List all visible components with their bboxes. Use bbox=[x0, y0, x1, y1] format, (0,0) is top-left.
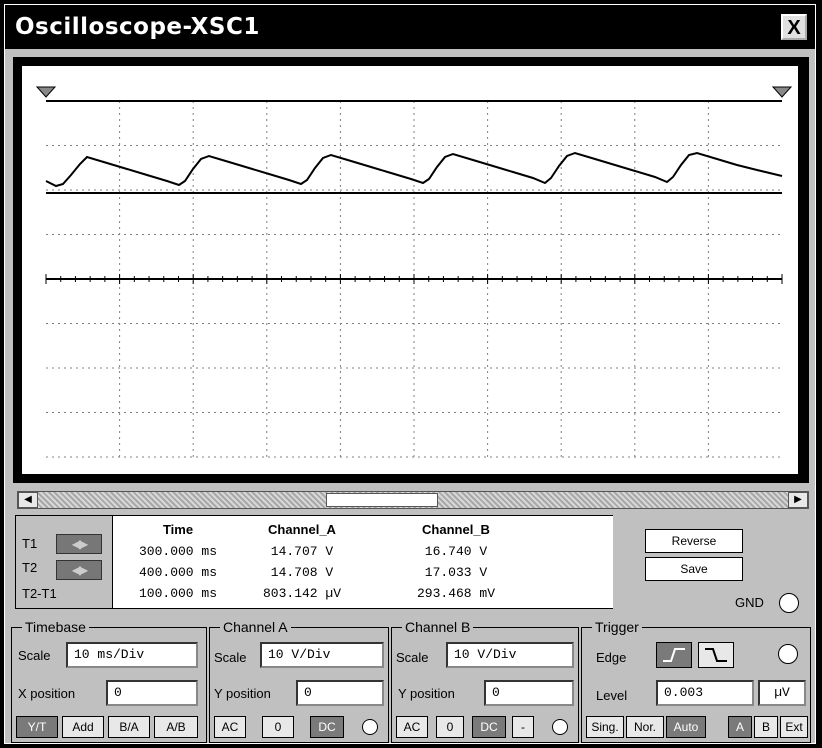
scroll-thumb[interactable] bbox=[326, 493, 438, 507]
edge-rising-button[interactable] bbox=[656, 642, 692, 668]
timebase-group: Timebase Scale 10 ms/Div X position 0 Y/… bbox=[11, 619, 207, 743]
header-channel-a: Channel_A bbox=[268, 522, 336, 537]
channel-a-ac-button[interactable]: AC bbox=[214, 716, 246, 738]
channel-a-zero-button[interactable]: 0 bbox=[262, 716, 294, 738]
scroll-left-icon[interactable]: ◀ bbox=[18, 492, 38, 508]
delta-time: 100.000 ms bbox=[138, 586, 217, 601]
channel-b-ypos-label: Y position bbox=[398, 686, 455, 701]
edge-label: Edge bbox=[596, 650, 627, 665]
waveform-display bbox=[20, 64, 800, 476]
trigger-title: Trigger bbox=[592, 619, 642, 635]
edge-falling-button[interactable] bbox=[698, 642, 734, 668]
channel-b-dc-button[interactable]: DC bbox=[472, 716, 506, 738]
t2-arrows-button[interactable]: ◀▶ bbox=[56, 560, 102, 580]
readout-table: Time Channel_A Channel_B 300.000 ms 14.7… bbox=[112, 516, 613, 608]
oscilloscope-screen bbox=[13, 57, 809, 483]
close-button[interactable]: X bbox=[781, 14, 807, 40]
level-label: Level bbox=[596, 688, 628, 703]
channel-b-zero-button[interactable]: 0 bbox=[436, 716, 464, 738]
level-unit-field[interactable]: µV bbox=[758, 680, 806, 706]
trigger-source-ext-button[interactable]: Ext bbox=[780, 716, 808, 738]
channel-b-title: Channel B bbox=[402, 619, 474, 635]
screen-face bbox=[20, 64, 800, 476]
trigger-group: Trigger Edge Level 0.003 µV Sing. Nor. A… bbox=[581, 619, 811, 743]
channel-b-scale-label: Scale bbox=[396, 650, 429, 665]
t2-t1-label: T2-T1 bbox=[22, 586, 57, 601]
channel-b-group: Channel B Scale 10 V/Div Y position 0 AC… bbox=[391, 619, 579, 743]
mode-yt-button[interactable]: Y/T bbox=[16, 716, 58, 738]
t2-time: 400.000 ms bbox=[138, 565, 217, 580]
t1-arrows-button[interactable]: ◀▶ bbox=[56, 534, 102, 554]
x-position-label: X position bbox=[18, 686, 76, 701]
channel-b-terminal[interactable] bbox=[552, 719, 568, 735]
trigger-source-b-button[interactable]: B bbox=[754, 716, 778, 738]
t1-time: 300.000 ms bbox=[138, 544, 217, 559]
trigger-ext-terminal[interactable] bbox=[778, 644, 798, 664]
channel-a-terminal[interactable] bbox=[362, 719, 378, 735]
mode-ba-button[interactable]: B/A bbox=[108, 716, 150, 738]
channel-a-dc-button[interactable]: DC bbox=[310, 716, 344, 738]
scroll-right-icon[interactable]: ▶ bbox=[788, 492, 808, 508]
t1-label: T1 bbox=[22, 536, 38, 551]
trigger-auto-button[interactable]: Auto bbox=[666, 716, 706, 738]
header-time: Time bbox=[162, 522, 194, 537]
title-bar[interactable]: Oscilloscope-XSC1 X bbox=[5, 5, 815, 49]
mode-add-button[interactable]: Add bbox=[62, 716, 104, 738]
delta-channel-a: 803.142 µV bbox=[262, 586, 341, 601]
time-scrollbar[interactable]: ◀ ▶ bbox=[17, 491, 809, 509]
timebase-scale-field[interactable]: 10 ms/Div bbox=[66, 642, 198, 668]
arrow-left-right-icon: ◀▶ bbox=[71, 563, 89, 577]
channel-b-ypos-field[interactable]: 0 bbox=[484, 680, 574, 706]
channel-b-ac-button[interactable]: AC bbox=[396, 716, 428, 738]
arrow-left-right-icon: ◀▶ bbox=[71, 537, 89, 551]
reverse-button[interactable]: Reverse bbox=[645, 529, 743, 553]
header-channel-b: Channel_B bbox=[422, 522, 490, 537]
channel-a-title: Channel A bbox=[220, 619, 291, 635]
channel-b-scale-field[interactable]: 10 V/Div bbox=[446, 642, 574, 668]
channel-b-minus-button[interactable]: - bbox=[512, 716, 534, 738]
t1-channel-b: 16.740 V bbox=[424, 544, 488, 559]
gnd-terminal[interactable] bbox=[779, 593, 799, 613]
save-button[interactable]: Save bbox=[645, 557, 743, 581]
timebase-title: Timebase bbox=[22, 619, 89, 635]
t2-label: T2 bbox=[22, 560, 38, 575]
mode-ab-button[interactable]: A/B bbox=[154, 716, 198, 738]
channel-a-scale-field[interactable]: 10 V/Div bbox=[260, 642, 384, 668]
channel-a-group: Channel A Scale 10 V/Div Y position 0 AC… bbox=[209, 619, 389, 743]
x-position-field[interactable]: 0 bbox=[106, 680, 198, 706]
channel-a-ypos-label: Y position bbox=[214, 686, 271, 701]
cursor-readout: T1 T2 T2-T1 ◀▶ ◀▶ Time Channel_A Channel… bbox=[15, 515, 613, 609]
channel-a-scale-label: Scale bbox=[214, 650, 247, 665]
rising-edge-icon bbox=[663, 648, 685, 662]
t2-channel-a: 14.708 V bbox=[270, 565, 334, 580]
t1-channel-a: 14.707 V bbox=[270, 544, 334, 559]
trigger-source-a-button[interactable]: A bbox=[728, 716, 752, 738]
timebase-scale-label: Scale bbox=[18, 648, 51, 663]
channel-a-ypos-field[interactable]: 0 bbox=[296, 680, 384, 706]
t2-channel-b: 17.033 V bbox=[424, 565, 488, 580]
trigger-normal-button[interactable]: Nor. bbox=[626, 716, 664, 738]
delta-channel-b: 293.468 mV bbox=[416, 586, 495, 601]
falling-edge-icon bbox=[705, 648, 727, 662]
window-title: Oscilloscope-XSC1 bbox=[15, 14, 260, 40]
level-field[interactable]: 0.003 bbox=[656, 680, 754, 706]
oscilloscope-window: Oscilloscope-XSC1 X ◀ ▶ T1 T2 T2-T1 ◀▶ ◀… bbox=[4, 4, 816, 744]
gnd-label: GND bbox=[735, 595, 764, 610]
trigger-single-button[interactable]: Sing. bbox=[586, 716, 624, 738]
